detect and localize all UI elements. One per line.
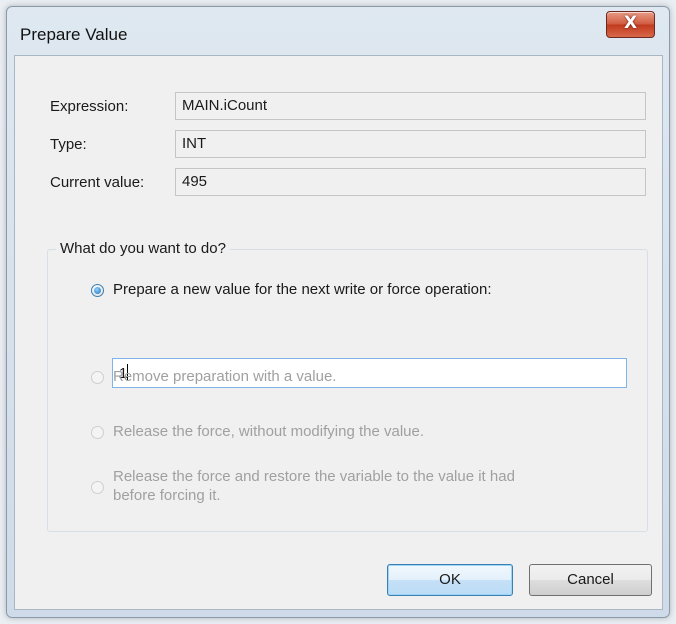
remove-preparation-radio[interactable] [91, 371, 104, 384]
expression-field: MAIN.iCount [175, 92, 646, 120]
close-button[interactable]: X [606, 11, 655, 38]
release-force-restore-label-line1[interactable]: Release the force and restore the variab… [113, 468, 515, 485]
remove-preparation-label[interactable]: Remove preparation with a value. [113, 368, 336, 385]
group-legend: What do you want to do? [56, 240, 230, 257]
type-field: INT [175, 130, 646, 158]
current-value-label: Current value: [50, 174, 145, 191]
dialog-body: Expression: MAIN.iCount Type: INT Curren… [14, 55, 663, 610]
prepare-value-dialog: Prepare Value X Expression: MAIN.iCount … [6, 6, 670, 618]
prepare-new-value-label[interactable]: Prepare a new value for the next write o… [113, 281, 492, 298]
close-icon: X [623, 13, 638, 33]
type-label: Type: [50, 136, 87, 153]
prepare-new-value-radio[interactable] [91, 284, 104, 297]
ok-button[interactable]: OK [387, 564, 513, 596]
dialog-title: Prepare Value [20, 25, 128, 44]
cancel-button[interactable]: Cancel [529, 564, 652, 596]
release-force-restore-radio[interactable] [91, 481, 104, 494]
release-force-label[interactable]: Release the force, without modifying the… [113, 423, 424, 440]
release-force-radio[interactable] [91, 426, 104, 439]
title-bar[interactable]: Prepare Value X [7, 7, 669, 55]
current-value-field: 495 [175, 168, 646, 196]
expression-label: Expression: [50, 98, 129, 115]
release-force-restore-label-line2[interactable]: before forcing it. [113, 487, 221, 504]
